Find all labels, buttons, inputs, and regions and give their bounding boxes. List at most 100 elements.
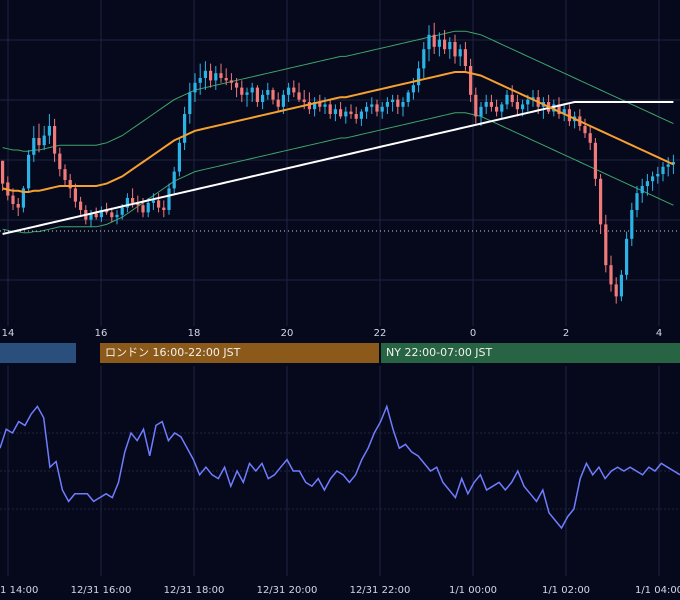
candle-body xyxy=(489,102,493,107)
candle xyxy=(250,82,254,102)
candle xyxy=(422,42,426,78)
candle-body xyxy=(354,114,358,119)
date-tick-label: 1/1 00:00 xyxy=(448,585,498,596)
candle-body xyxy=(172,171,176,189)
candle-body xyxy=(219,73,223,78)
candle-body xyxy=(68,180,72,189)
candle-body xyxy=(640,186,644,194)
candle-body xyxy=(495,106,499,112)
price-chart xyxy=(0,0,680,326)
candle-body xyxy=(370,104,374,107)
candle xyxy=(661,162,665,182)
candle xyxy=(292,80,296,98)
candle-body xyxy=(625,238,629,275)
candle xyxy=(625,231,629,280)
hour-tick-label: 22 xyxy=(373,328,387,339)
candle-body xyxy=(183,114,187,143)
candle xyxy=(588,126,592,150)
candle-body xyxy=(42,135,46,146)
candle-body xyxy=(661,166,665,174)
candle xyxy=(651,171,655,191)
candle-body xyxy=(151,200,155,203)
session-tokyo xyxy=(0,343,76,363)
candle-body xyxy=(583,126,587,134)
candle xyxy=(339,102,343,119)
candle xyxy=(21,186,25,213)
candle xyxy=(172,166,176,194)
candle xyxy=(183,106,187,150)
candle-body xyxy=(619,274,623,297)
session-ny: NY 22:00-07:00 JST xyxy=(381,343,680,363)
candle-body xyxy=(666,164,670,167)
candle xyxy=(255,85,259,107)
candle xyxy=(125,193,129,213)
candle-body xyxy=(131,198,135,203)
candle-body xyxy=(453,42,457,57)
candle-body xyxy=(120,207,124,215)
candle xyxy=(32,126,36,162)
candle-body xyxy=(396,99,400,107)
session-bar: ロンドン 16:00-22:00 JST NY 22:00-07:00 JST xyxy=(0,343,680,363)
candle-body xyxy=(287,87,291,95)
candle xyxy=(214,66,218,90)
date-tick-label: 1/1 02:00 xyxy=(541,585,591,596)
candle xyxy=(505,90,509,110)
candle-body xyxy=(302,99,306,102)
candle-body xyxy=(479,106,483,117)
candle-body xyxy=(63,169,67,180)
session-london: ロンドン 16:00-22:00 JST xyxy=(100,343,379,363)
candle-body xyxy=(339,109,343,117)
candle-body xyxy=(240,87,244,95)
candle-body xyxy=(609,265,613,285)
hour-tick-label: 16 xyxy=(94,328,108,339)
candle xyxy=(359,109,363,126)
candle-body xyxy=(209,70,213,81)
candle-body xyxy=(437,39,441,47)
candle xyxy=(614,277,618,304)
date-tick-label: 1/1 04:00 xyxy=(634,585,680,596)
candle-body xyxy=(162,207,166,210)
date-tick-label: 12/31 14:00 xyxy=(0,585,39,596)
hour-tick-label: 2 xyxy=(562,328,570,339)
candle xyxy=(583,118,587,138)
candle xyxy=(469,58,473,102)
date-tick-label: 12/31 16:00 xyxy=(70,585,132,596)
hour-tick-label: 0 xyxy=(469,328,477,339)
candle xyxy=(333,104,337,122)
candle xyxy=(640,178,644,203)
candle-body xyxy=(411,85,415,93)
hour-tick-label: 18 xyxy=(187,328,201,339)
candle xyxy=(115,210,119,225)
candle xyxy=(328,99,332,119)
candle xyxy=(276,92,280,112)
candle xyxy=(198,63,202,95)
candle-body xyxy=(37,138,41,146)
candle xyxy=(396,94,400,114)
candle-body xyxy=(344,111,348,117)
oscillator-chart xyxy=(0,366,680,576)
candle xyxy=(547,94,551,114)
candle-body xyxy=(463,49,467,66)
candle xyxy=(604,214,608,273)
candle-body xyxy=(188,92,192,114)
candle xyxy=(349,104,353,119)
candle-body xyxy=(469,66,473,95)
candle-body xyxy=(245,92,249,95)
candle-body xyxy=(297,92,301,100)
candle-body xyxy=(521,104,525,110)
candle xyxy=(495,99,499,117)
candle xyxy=(463,42,467,71)
candle xyxy=(344,106,348,124)
candle-body xyxy=(255,87,259,102)
candle-body xyxy=(391,99,395,102)
candle xyxy=(484,94,488,114)
candle xyxy=(630,202,634,246)
candle-body xyxy=(177,142,181,172)
candle-body xyxy=(645,181,649,186)
candle xyxy=(500,102,504,119)
candle xyxy=(489,94,493,112)
candle-body xyxy=(229,80,233,83)
bollinger-lower-band xyxy=(2,112,674,234)
candle-body xyxy=(375,104,379,112)
candle-body xyxy=(448,42,452,50)
